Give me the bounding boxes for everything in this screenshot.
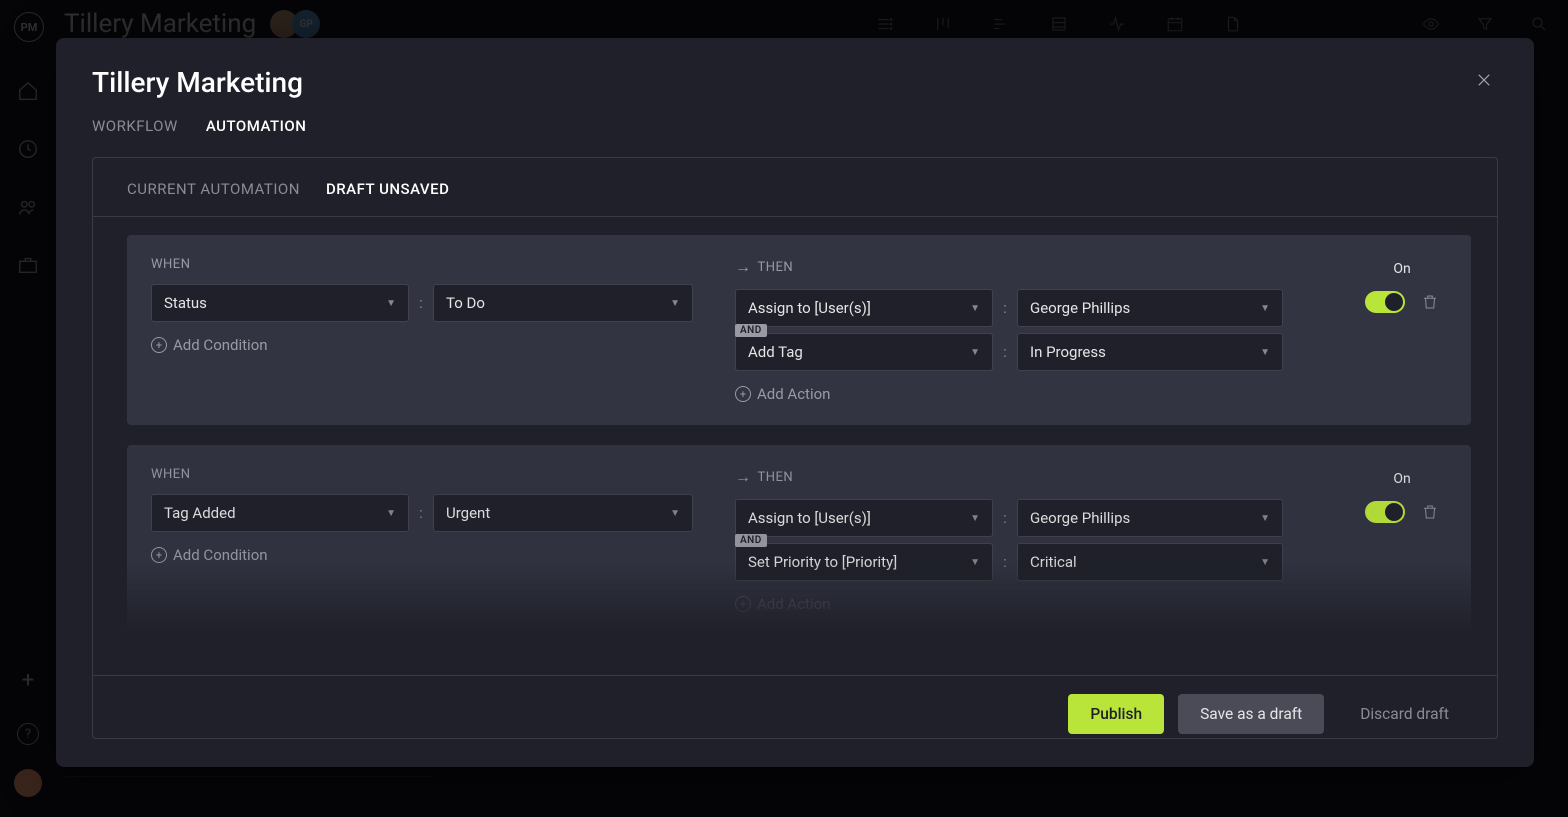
then-action-dropdown[interactable]: Assign to [User(s)]▼: [735, 289, 993, 327]
trash-icon[interactable]: [1421, 292, 1439, 312]
when-field-dropdown[interactable]: Status▼: [151, 284, 409, 322]
when-label: WHEN: [151, 257, 711, 272]
publish-button[interactable]: Publish: [1068, 694, 1164, 734]
then-value-dropdown[interactable]: George Phillips▼: [1017, 499, 1283, 537]
tab-workflow[interactable]: WORKFLOW: [92, 117, 178, 135]
when-field-dropdown[interactable]: Tag Added▼: [151, 494, 409, 532]
toggle-label: On: [1393, 261, 1410, 277]
rule-card: WHEN Tag Added▼ : Urgent▼ +Add Condition…: [127, 445, 1471, 635]
and-badge: AND: [735, 534, 767, 547]
rule-toggle[interactable]: [1365, 291, 1405, 313]
rule-card: WHEN Status▼ : To Do▼ +Add Condition →TH…: [127, 235, 1471, 425]
trash-icon[interactable]: [1421, 502, 1439, 522]
then-action-dropdown[interactable]: Set Priority to [Priority]▼: [735, 543, 993, 581]
colon: :: [417, 504, 425, 522]
then-label: →THEN: [735, 257, 1333, 277]
colon: :: [1001, 553, 1009, 571]
colon: :: [417, 294, 425, 312]
save-draft-button[interactable]: Save as a draft: [1178, 694, 1324, 734]
close-button[interactable]: [1470, 66, 1498, 94]
when-label: WHEN: [151, 467, 711, 482]
automation-panel: CURRENT AUTOMATION DRAFT UNSAVED WHEN St…: [92, 157, 1498, 739]
toggle-label: On: [1393, 471, 1410, 487]
modal-title: Tillery Marketing: [92, 66, 306, 99]
automation-modal: Tillery Marketing WORKFLOW AUTOMATION CU…: [56, 38, 1534, 767]
then-value-dropdown[interactable]: Critical▼: [1017, 543, 1283, 581]
subtab-draft[interactable]: DRAFT UNSAVED: [326, 180, 449, 198]
close-icon: [1475, 71, 1493, 89]
discard-draft-button[interactable]: Discard draft: [1338, 694, 1471, 734]
colon: :: [1001, 299, 1009, 317]
then-action-dropdown[interactable]: Add Tag▼: [735, 333, 993, 371]
when-value-dropdown[interactable]: To Do▼: [433, 284, 693, 322]
then-value-dropdown[interactable]: George Phillips▼: [1017, 289, 1283, 327]
then-action-dropdown[interactable]: Assign to [User(s)]▼: [735, 499, 993, 537]
tab-automation[interactable]: AUTOMATION: [206, 117, 307, 135]
rule-toggle[interactable]: [1365, 501, 1405, 523]
add-action-button[interactable]: +Add Action: [735, 595, 1333, 613]
colon: :: [1001, 343, 1009, 361]
subtab-current[interactable]: CURRENT AUTOMATION: [127, 180, 300, 198]
then-label: →THEN: [735, 467, 1333, 487]
colon: :: [1001, 509, 1009, 527]
rules-list: WHEN Status▼ : To Do▼ +Add Condition →TH…: [93, 217, 1497, 675]
add-action-button[interactable]: +Add Action: [735, 385, 1333, 403]
add-condition-button[interactable]: +Add Condition: [151, 336, 711, 354]
then-value-dropdown[interactable]: In Progress▼: [1017, 333, 1283, 371]
when-value-dropdown[interactable]: Urgent▼: [433, 494, 693, 532]
add-condition-button[interactable]: +Add Condition: [151, 546, 711, 564]
and-badge: AND: [735, 324, 767, 337]
